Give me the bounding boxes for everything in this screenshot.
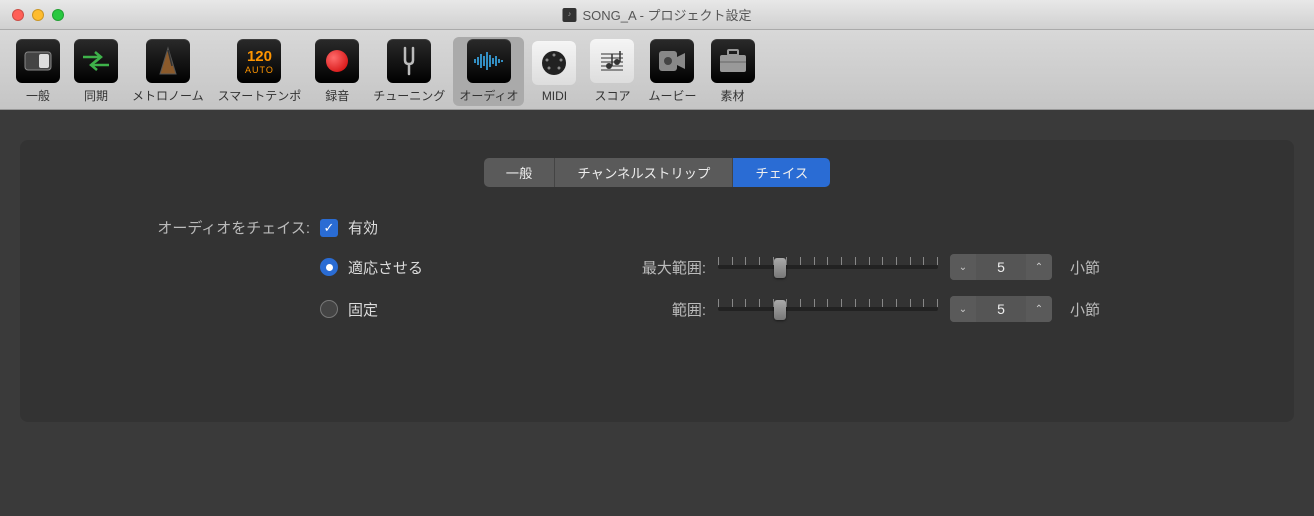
- tab-tuning[interactable]: チューニング: [367, 37, 451, 106]
- tab-score[interactable]: スコア: [584, 37, 640, 106]
- max-range-label: 最大範囲:: [636, 257, 706, 278]
- movie-icon: [650, 39, 694, 83]
- tab-general[interactable]: 一般: [10, 37, 66, 106]
- subtab-general[interactable]: 一般: [484, 158, 556, 187]
- tempo-icon: 120 AUTO: [237, 39, 281, 83]
- score-icon: [590, 39, 634, 83]
- briefcase-icon: [711, 39, 755, 83]
- midi-icon: [532, 41, 576, 85]
- tab-audio[interactable]: オーディオ: [453, 37, 524, 106]
- max-range-slider[interactable]: [718, 255, 938, 279]
- close-button[interactable]: [12, 9, 24, 21]
- sync-icon: [74, 39, 118, 83]
- range-label: 範囲:: [636, 299, 706, 320]
- range-value[interactable]: 5: [976, 301, 1026, 317]
- subtab-chase[interactable]: チェイス: [733, 158, 830, 187]
- window-controls: [12, 9, 64, 21]
- range-decrement[interactable]: ⌄: [950, 296, 976, 322]
- range-stepper: ⌄ 5 ⌃: [950, 296, 1052, 322]
- max-range-decrement[interactable]: ⌄: [950, 254, 976, 280]
- range-slider[interactable]: [718, 297, 938, 321]
- radio-adapt[interactable]: [320, 258, 338, 276]
- tab-record[interactable]: 録音: [309, 37, 365, 106]
- window-title: ♪ SONG_A - プロジェクト設定: [562, 5, 751, 24]
- adapt-label: 適応させる: [348, 257, 423, 278]
- tuning-fork-icon: [387, 39, 431, 83]
- switch-icon: [16, 39, 60, 83]
- tab-movie[interactable]: ムービー: [642, 37, 702, 106]
- document-icon: ♪: [562, 8, 576, 22]
- sub-tabs: 一般 チャンネルストリップ チェイス: [50, 140, 1264, 217]
- enable-label: 有効: [348, 217, 378, 238]
- max-range-value[interactable]: 5: [976, 259, 1026, 275]
- tab-smart-tempo[interactable]: 120 AUTO スマートテンポ: [212, 37, 308, 106]
- settings-panel: 一般 チャンネルストリップ チェイス オーディオをチェイス: ✓ 有効 適応させ…: [20, 140, 1294, 422]
- subtab-channel-strip[interactable]: チャンネルストリップ: [555, 158, 733, 187]
- max-range-stepper: ⌄ 5 ⌃: [950, 254, 1052, 280]
- titlebar: ♪ SONG_A - プロジェクト設定: [0, 0, 1314, 30]
- toolbar: 一般 同期 メトロノーム 120 AUTO スマートテンポ 録音 チューニング: [0, 30, 1314, 110]
- max-range-unit: 小節: [1070, 257, 1100, 278]
- record-icon: [315, 39, 359, 83]
- range-increment[interactable]: ⌃: [1026, 296, 1052, 322]
- tab-midi[interactable]: MIDI: [526, 39, 582, 105]
- tab-assets[interactable]: 素材: [705, 37, 761, 106]
- enable-checkbox[interactable]: ✓: [320, 219, 338, 237]
- metronome-icon: [146, 39, 190, 83]
- minimize-button[interactable]: [32, 9, 44, 21]
- radio-fixed[interactable]: [320, 300, 338, 318]
- audio-waveform-icon: [467, 39, 511, 83]
- chase-audio-label: オーディオをチェイス:: [50, 217, 310, 238]
- fixed-label: 固定: [348, 299, 378, 320]
- chase-form: オーディオをチェイス: ✓ 有効 適応させる 最大範囲:: [50, 217, 1264, 322]
- zoom-button[interactable]: [52, 9, 64, 21]
- title-text: SONG_A - プロジェクト設定: [582, 5, 751, 24]
- range-unit: 小節: [1070, 299, 1100, 320]
- tab-sync[interactable]: 同期: [68, 37, 124, 106]
- tab-metronome[interactable]: メトロノーム: [126, 37, 210, 106]
- max-range-increment[interactable]: ⌃: [1026, 254, 1052, 280]
- content-area: 一般 チャンネルストリップ チェイス オーディオをチェイス: ✓ 有効 適応させ…: [0, 110, 1314, 516]
